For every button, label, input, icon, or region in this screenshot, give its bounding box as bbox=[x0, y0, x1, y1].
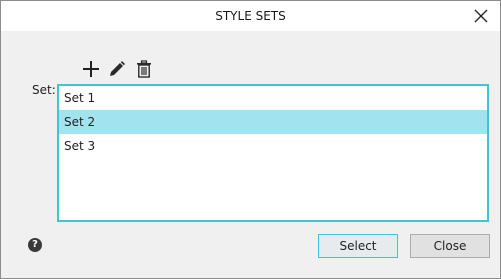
toolbar bbox=[81, 59, 161, 81]
sets-list[interactable]: Set 1 Set 2 Set 3 bbox=[57, 84, 489, 222]
help-icon[interactable]: ? bbox=[28, 238, 42, 252]
dialog-title: STYLE SETS bbox=[215, 9, 286, 23]
list-item-set-2[interactable]: Set 2 bbox=[59, 110, 487, 134]
close-button[interactable]: Close bbox=[410, 234, 490, 258]
list-item-set-3[interactable]: Set 3 bbox=[59, 134, 487, 158]
title-bar: STYLE SETS bbox=[1, 1, 500, 31]
trash-icon[interactable] bbox=[134, 59, 154, 79]
pencil-icon[interactable] bbox=[107, 59, 127, 79]
set-label: Set: bbox=[32, 83, 56, 97]
select-button[interactable]: Select bbox=[318, 234, 398, 258]
close-icon[interactable] bbox=[468, 3, 494, 29]
plus-icon[interactable] bbox=[81, 59, 101, 79]
list-item-set-1[interactable]: Set 1 bbox=[59, 86, 487, 110]
style-sets-dialog: STYLE SETS Set: Set 1 Set 2 Set 3 ? Sele… bbox=[0, 0, 501, 279]
